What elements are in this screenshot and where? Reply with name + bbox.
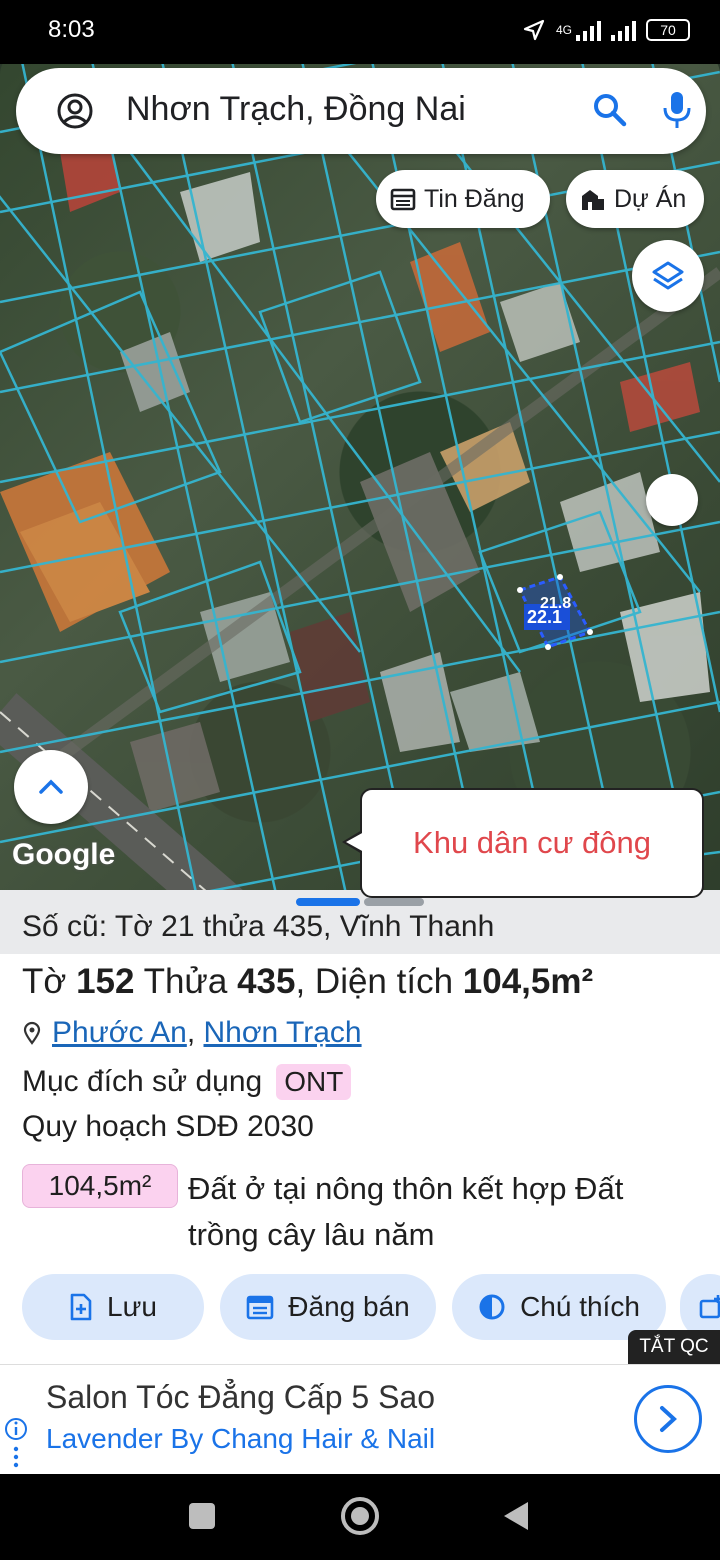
listings-chip[interactable]: Tin Đăng (376, 170, 550, 228)
parcel-title: Tờ 152 Thửa 435, Diện tích 104,5m² (22, 962, 593, 1002)
land-use-badge: ONT (276, 1064, 352, 1100)
post-sale-label: Đăng bán (288, 1291, 410, 1322)
old-reference-text: Số cũ: Tờ 21 thửa 435, Vĩnh Thanh (22, 910, 495, 943)
ad-open-button[interactable] (634, 1385, 702, 1453)
map-callout: Khu dân cư đông (342, 788, 704, 898)
chevron-up-icon (39, 779, 63, 794)
ad-info-icon[interactable] (4, 1417, 28, 1469)
ward-link[interactable]: Phước An (52, 1016, 187, 1049)
post-sale-button[interactable]: Đăng bán (220, 1274, 436, 1340)
land-use-row: Mục đích sử dụng ONT (22, 1064, 352, 1100)
battery-icon: 70 (646, 19, 690, 41)
sheet-label: Tờ (22, 962, 67, 1001)
legend-label: Chú thích (520, 1291, 640, 1322)
sheet-number: 152 (76, 962, 135, 1001)
search-query[interactable]: Nhơn Trạch, Đồng Nai (126, 90, 466, 129)
save-label: Lưu (107, 1291, 157, 1322)
layers-button[interactable] (632, 240, 704, 312)
back-icon[interactable] (502, 1500, 530, 1532)
network-type: 4G (555, 23, 572, 37)
ad-subtitle[interactable]: Lavender By Chang Hair & Nail (46, 1423, 435, 1455)
projects-chip[interactable]: Dự Án (566, 170, 704, 228)
calendar-list-icon (390, 188, 416, 211)
expand-button[interactable] (14, 750, 88, 824)
location-arrow-icon (523, 19, 545, 41)
callout-text: Khu dân cư đông (413, 825, 651, 860)
recents-icon[interactable] (188, 1502, 216, 1530)
location-pin-icon (23, 1021, 41, 1045)
map-side-button[interactable] (646, 474, 698, 526)
status-bar: 8:03 4G 70 (0, 0, 720, 64)
battery-level: 70 (660, 22, 676, 38)
planning-area-badge: 104,5m² (22, 1164, 178, 1208)
status-icons: 4G 70 (522, 18, 690, 42)
microphone-icon[interactable] (662, 90, 692, 130)
buildings-icon (582, 190, 604, 210)
search-bar[interactable]: Nhơn Trạch, Đồng Nai (16, 68, 706, 154)
account-icon[interactable] (56, 92, 94, 130)
land-use-label: Mục đích sử dụng (22, 1065, 263, 1098)
add-photo-icon (699, 1295, 720, 1319)
planning-label: Quy hoạch SDĐ 2030 (22, 1110, 314, 1143)
hide-ads-button[interactable]: TẮT QC (628, 1330, 720, 1364)
lot-label: Thửa (143, 962, 228, 1001)
parcel-dimension-b: 21.8 (540, 595, 571, 612)
chevron-right-icon (660, 1406, 677, 1432)
district-link[interactable]: Nhơn Trạch (204, 1016, 362, 1049)
signal-icon-2 (611, 19, 636, 41)
planning-description: Đất ở tại nông thôn kết hợp Đất trồng câ… (188, 1171, 624, 1252)
lot-number: 435 (237, 962, 296, 1001)
status-time: 8:03 (48, 16, 95, 43)
area-label: , Diện tích (295, 962, 454, 1001)
old-reference: Số cũ: Tờ 21 thửa 435, Vĩnh Thanh (0, 890, 720, 954)
app-screen: 8:03 4G 70 22.1 21.8 Nhơn Trạch, Đồng Na… (0, 0, 720, 1560)
layers-icon (652, 261, 684, 290)
home-icon[interactable] (340, 1496, 380, 1536)
google-attribution: Google (12, 838, 116, 871)
save-button[interactable]: Lưu (22, 1274, 204, 1340)
add-document-icon (70, 1293, 92, 1321)
system-nav-bar (0, 1474, 720, 1560)
ad-banner[interactable]: Salon Tóc Đẳng Cấp 5 Sao Lavender By Cha… (0, 1364, 720, 1474)
parcel-location: Phước An, Nhơn Trạch (22, 1016, 362, 1050)
search-icon[interactable] (592, 92, 628, 128)
sheet-handle-active[interactable] (296, 898, 360, 906)
area-value: 104,5m² (462, 962, 594, 1001)
listings-label: Tin Đăng (424, 184, 525, 213)
sheet-handle[interactable] (364, 898, 424, 906)
signal-icon (576, 19, 601, 41)
ad-title[interactable]: Salon Tóc Đẳng Cấp 5 Sao (46, 1379, 435, 1416)
calendar-icon (246, 1295, 274, 1320)
projects-label: Dự Án (614, 184, 687, 213)
contrast-icon (479, 1294, 505, 1320)
